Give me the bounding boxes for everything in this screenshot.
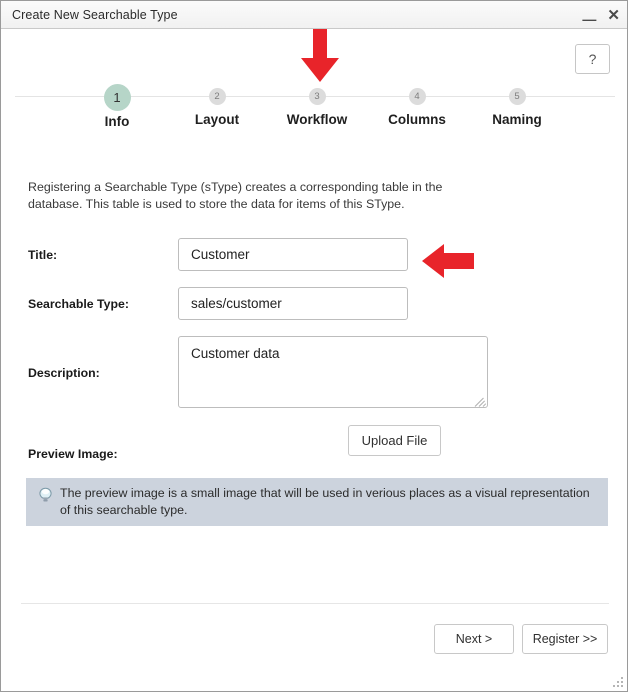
stepper-step-layout[interactable]: 2 Layout [162,84,272,127]
stepper-step-naming[interactable]: 5 Naming [462,84,572,127]
step-number-badge: 4 [408,88,426,105]
question-mark-icon: ? [588,51,597,67]
tip-text: The preview image is a small image that … [60,486,590,517]
step-number-badge: 3 [308,88,326,105]
stepper-step-workflow[interactable]: 3 Workflow [262,84,372,127]
title-bar: Create New Searchable Type — ✕ [1,0,627,30]
searchable-type-input[interactable] [178,287,408,320]
title-field-label: Title: [28,248,58,262]
stepper-step-label: Naming [492,112,542,127]
step-number-badge: 5 [508,88,526,105]
stepper-step-label: Columns [388,112,446,127]
window-title: Create New Searchable Type [12,7,178,22]
next-button[interactable]: Next > [434,624,514,654]
red-arrow-down-icon [300,29,340,83]
stepper-step-columns[interactable]: 4 Columns [362,84,472,127]
description-textarea[interactable] [178,336,488,408]
lightbulb-icon [38,487,53,503]
minimize-icon[interactable]: — [582,12,596,26]
stepper-step-label: Info [104,114,130,129]
title-input[interactable] [178,238,408,271]
help-button[interactable]: ? [575,44,610,74]
intro-description: Registering a Searchable Type (sType) cr… [28,180,443,211]
stepper-step-label: Layout [194,112,240,127]
wizard-stepper: 1 Info 2 Layout 3 Workflow 4 Columns 5 N… [1,84,627,140]
step-number-badge: 2 [208,88,226,105]
close-icon[interactable]: ✕ [607,8,620,23]
preview-image-field-label: Preview Image: [28,447,118,461]
description-field-label: Description: [28,366,100,380]
searchable-type-field-label: Searchable Type: [28,297,129,311]
tip-banner: The preview image is a small image that … [26,478,608,526]
dialog-window: Create New Searchable Type — ✕ ? 1 Info … [0,0,628,692]
stepper-step-info[interactable]: 1 Info [62,84,172,129]
step-number-badge: 1 [103,84,131,111]
register-button[interactable]: Register >> [522,624,608,654]
stepper-step-label: Workflow [286,112,348,127]
upload-file-button[interactable]: Upload File [348,425,441,456]
red-arrow-left-icon [422,242,475,280]
footer-divider [21,603,609,604]
resize-grip-icon[interactable] [613,677,625,689]
window-controls: — ✕ [582,1,620,30]
